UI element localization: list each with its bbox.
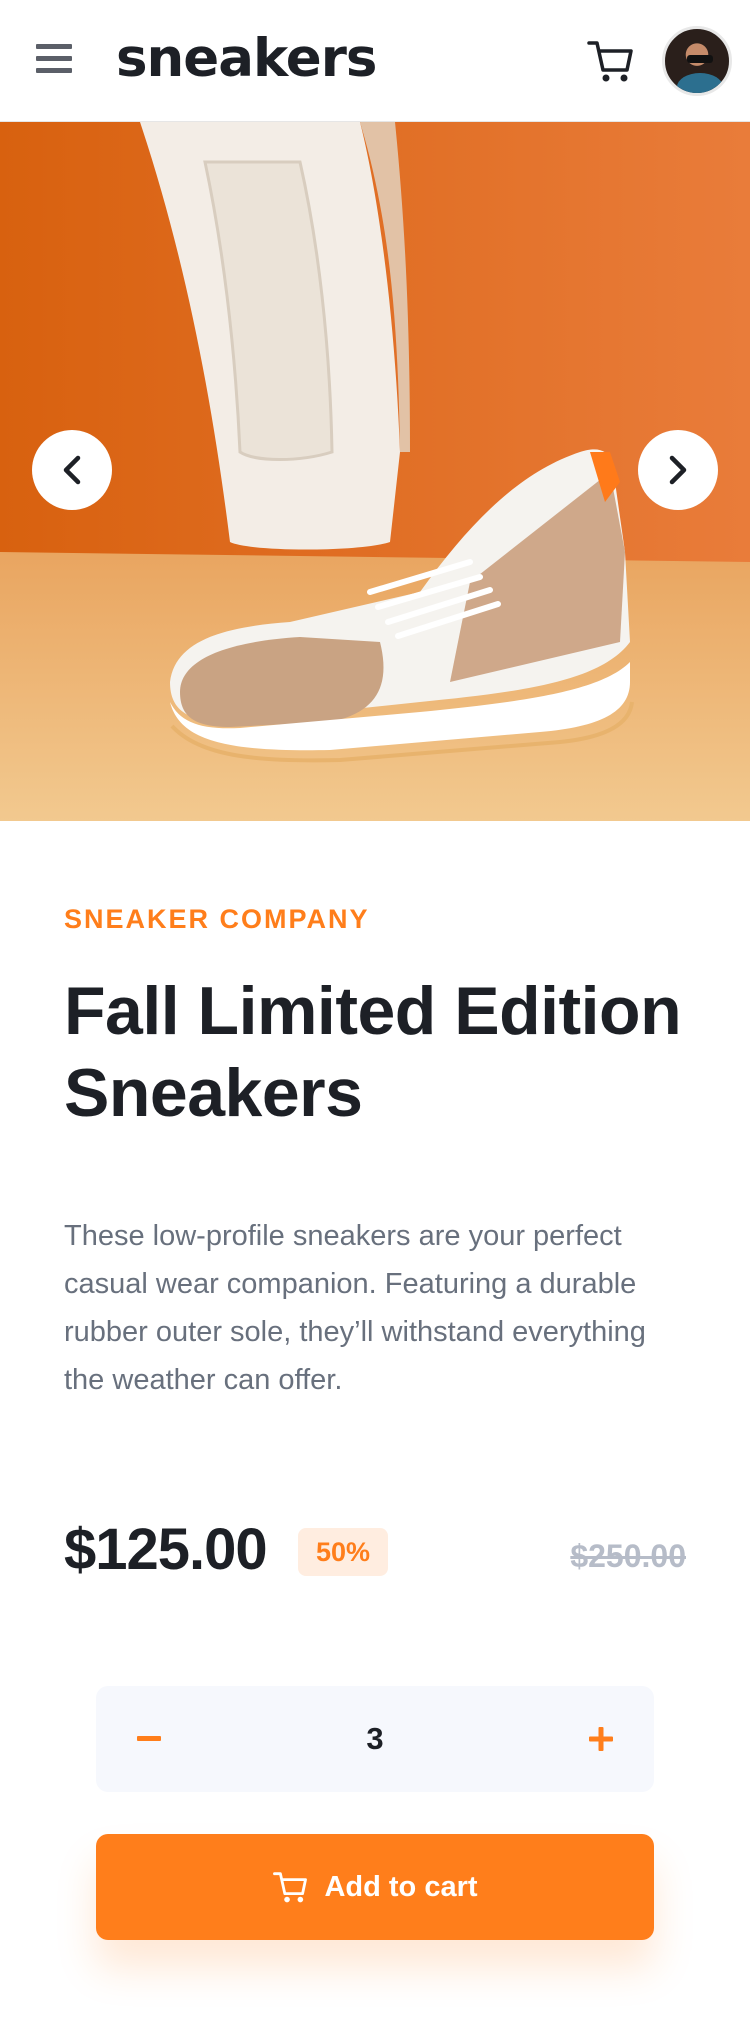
decrease-quantity-button[interactable]: [104, 1686, 194, 1792]
add-to-cart-label: Add to cart: [324, 1870, 478, 1903]
shopping-cart-icon: [273, 1872, 308, 1903]
user-avatar[interactable]: [662, 26, 732, 96]
cart-button[interactable]: [586, 38, 634, 84]
chevron-right-icon: [669, 455, 687, 485]
logo[interactable]: sneakers: [116, 28, 377, 89]
product-image-gallery: [0, 122, 750, 821]
quantity-stepper: 3: [96, 1686, 654, 1792]
plus-icon: [589, 1727, 613, 1751]
increase-quantity-button[interactable]: [556, 1686, 646, 1792]
next-image-button[interactable]: [638, 430, 718, 510]
quantity-value[interactable]: 3: [325, 1686, 425, 1792]
add-to-cart-button[interactable]: Add to cart: [96, 1834, 654, 1940]
shopping-cart-icon: [587, 41, 633, 82]
hamburger-menu-icon: [36, 44, 76, 73]
previous-image-button[interactable]: [32, 430, 112, 510]
menu-button[interactable]: [36, 44, 76, 78]
current-price: $125.00: [64, 1517, 268, 1582]
discount-badge: 50%: [298, 1528, 388, 1576]
site-header: sneakers: [0, 0, 750, 122]
company-name: SNEAKER COMPANY: [64, 904, 370, 934]
product-description: These low-profile sneakers are your perf…: [64, 1220, 646, 1396]
product-title: Fall Limited Edition Sneakers: [64, 973, 682, 1131]
minus-icon: [137, 1736, 161, 1741]
chevron-left-icon: [63, 455, 81, 485]
original-price: $250.00: [570, 1538, 686, 1574]
